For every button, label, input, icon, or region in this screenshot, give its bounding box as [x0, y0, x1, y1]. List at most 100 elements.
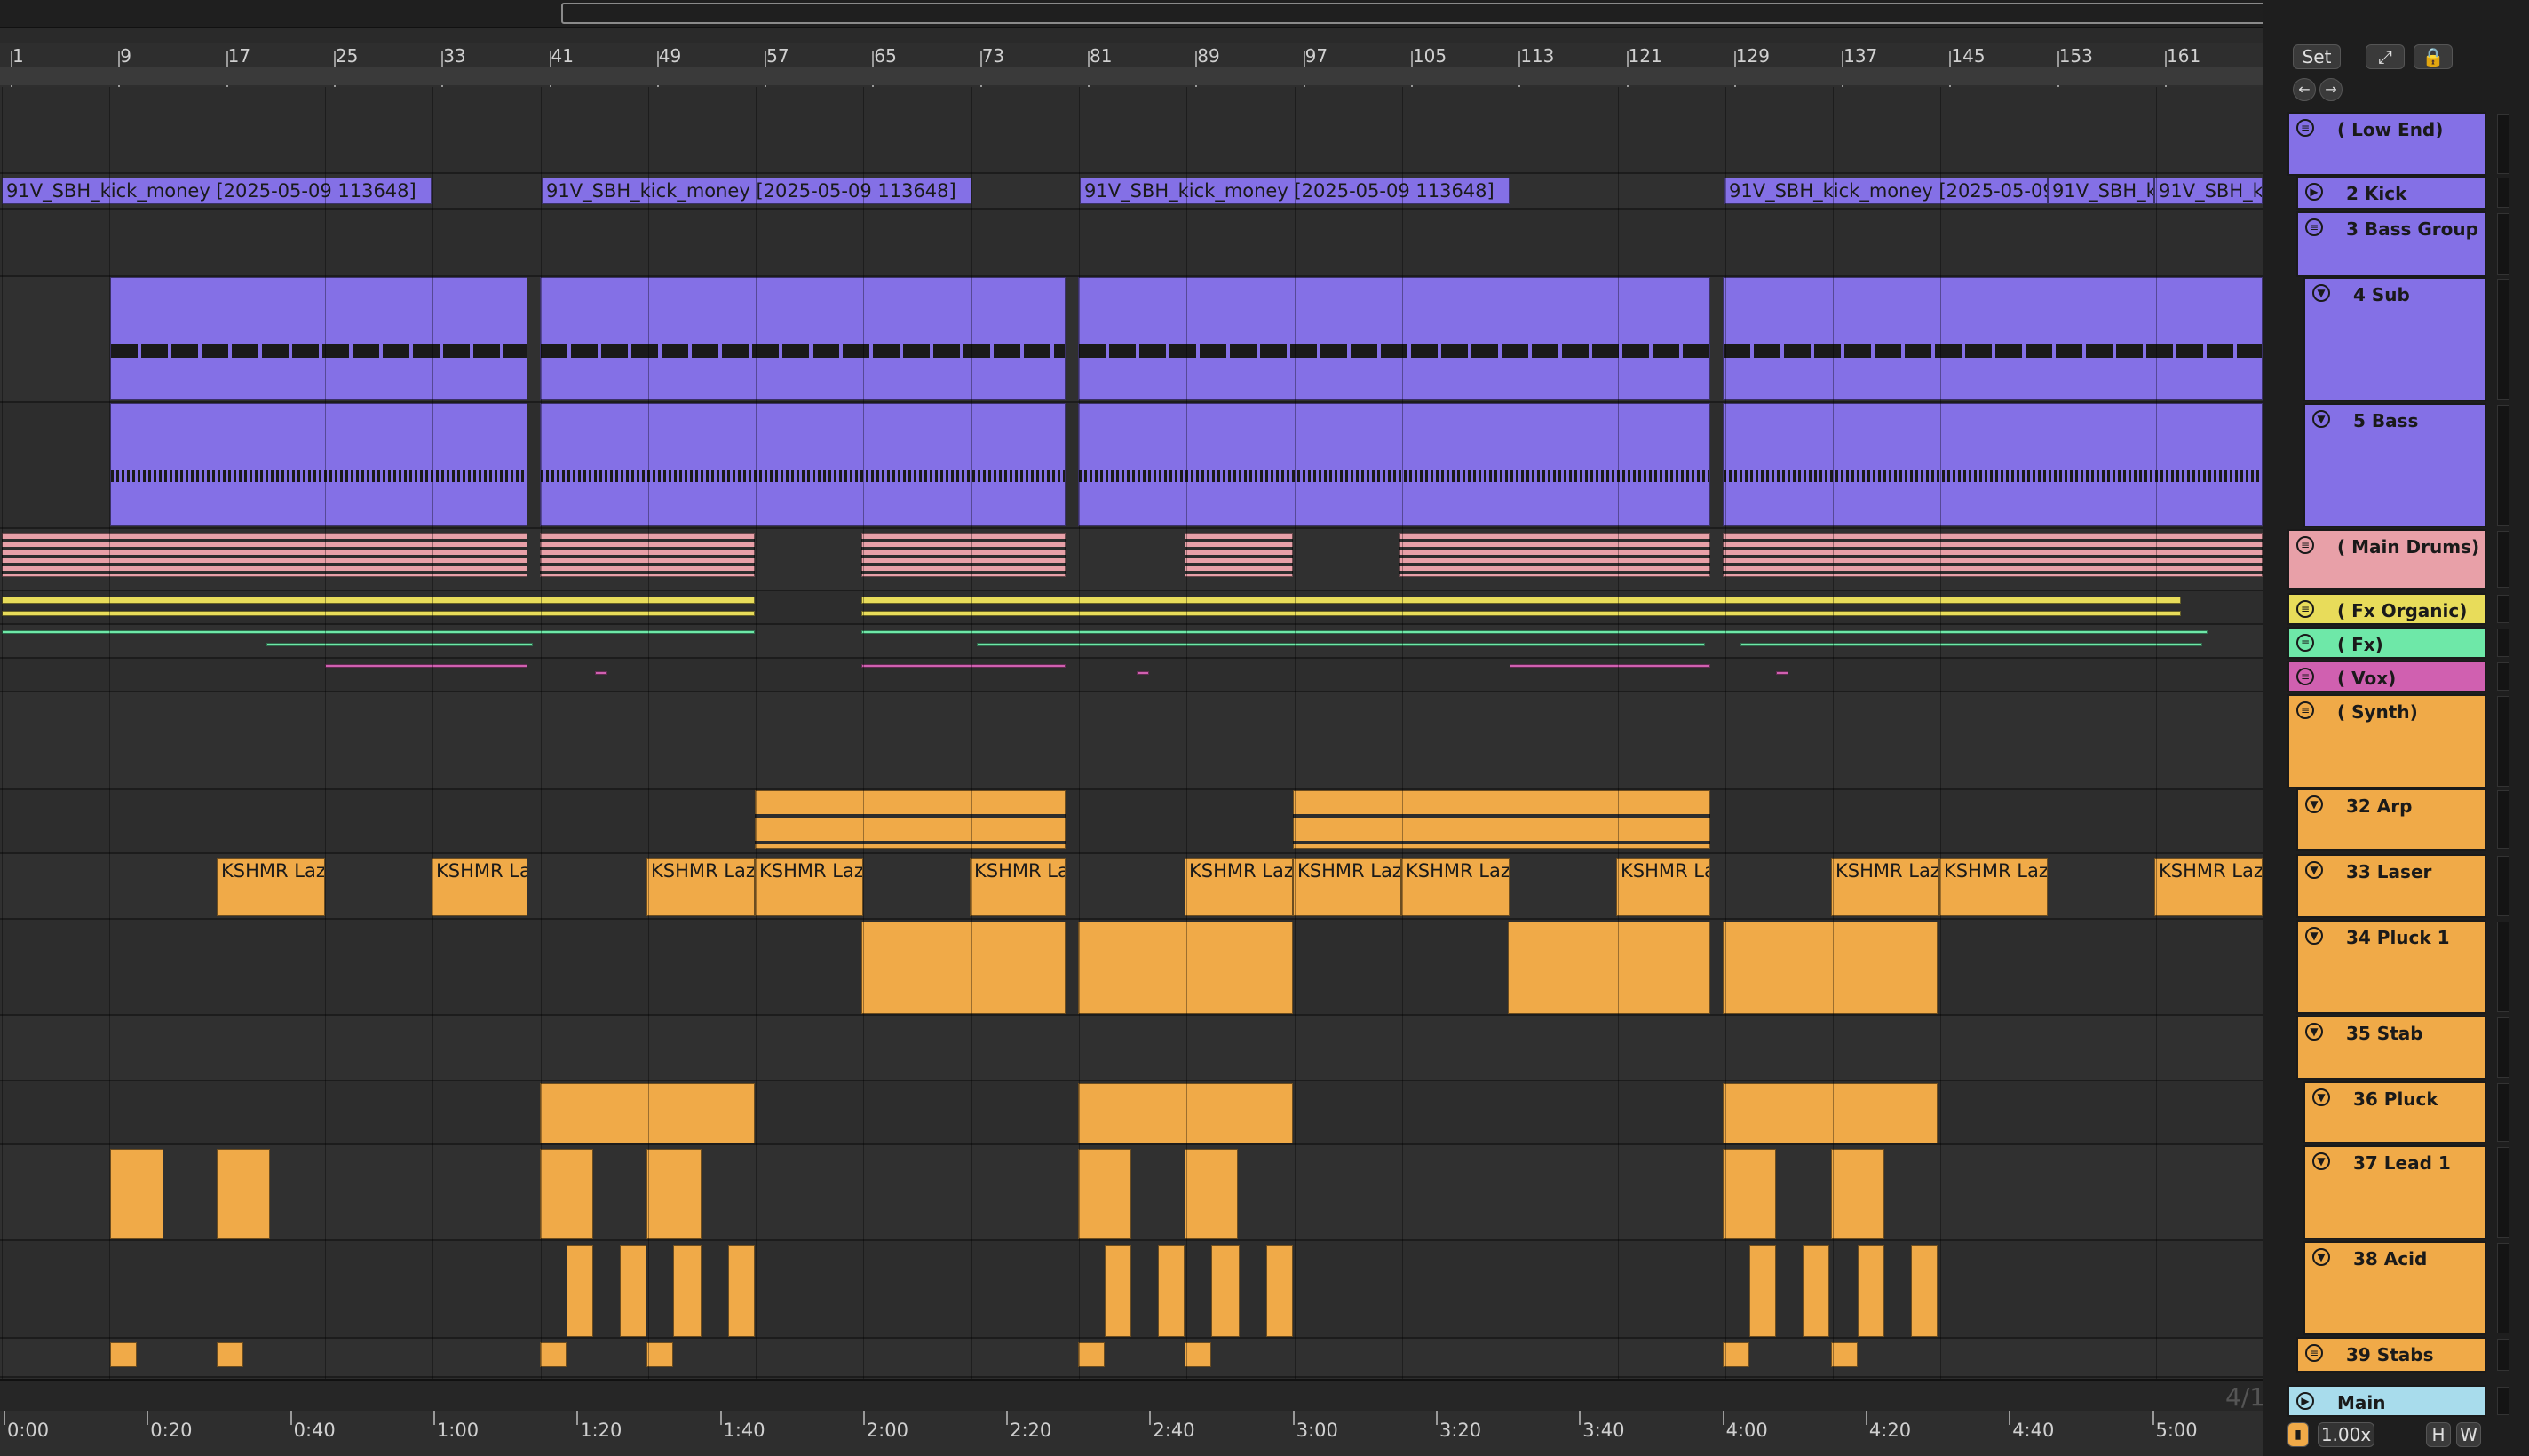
- set-button[interactable]: Set: [2293, 44, 2341, 69]
- clip-fx-organic[interactable]: [2, 611, 755, 616]
- clip-fx[interactable]: [266, 643, 533, 646]
- clip-arp[interactable]: [755, 790, 1066, 849]
- track-header[interactable]: ▼ 33 Laser: [2296, 854, 2486, 918]
- clip-stabs[interactable]: [217, 1342, 243, 1367]
- clip-vox[interactable]: [1776, 671, 1788, 675]
- track-header[interactable]: ▼ 34 Pluck 1: [2296, 920, 2486, 1014]
- collapse-arrow-icon[interactable]: ▼: [2305, 1023, 2323, 1041]
- clip-main-drums[interactable]: [1399, 533, 1710, 577]
- clip-acid[interactable]: [673, 1245, 702, 1337]
- collapse-arrow-icon[interactable]: ▼: [2305, 927, 2323, 945]
- clip-laser[interactable]: KSHMR La: [432, 858, 527, 916]
- clip-lead-1[interactable]: [110, 1149, 163, 1239]
- clip-acid[interactable]: [567, 1245, 593, 1337]
- group-fold-icon[interactable]: ≡: [2296, 119, 2314, 137]
- clip-fx[interactable]: [1740, 643, 2202, 646]
- clip-lead-1[interactable]: [217, 1149, 270, 1239]
- clip-acid[interactable]: [1158, 1245, 1185, 1337]
- track-header[interactable]: ▼ 36 Pluck: [2303, 1081, 2486, 1143]
- clip-bass[interactable]: [540, 403, 1066, 526]
- group-fold-icon[interactable]: ≡: [2296, 701, 2314, 719]
- clip-fx[interactable]: [977, 643, 1705, 646]
- clip-bass[interactable]: [1723, 403, 2263, 526]
- clip-laser[interactable]: KSHMR Laze: [1831, 858, 1939, 916]
- clip-bass[interactable]: [1078, 403, 1710, 526]
- collapse-arrow-icon[interactable]: ▼: [2312, 1088, 2330, 1106]
- clip-lead-1[interactable]: [540, 1149, 593, 1239]
- clip-lead-1[interactable]: [1723, 1149, 1776, 1239]
- clip-sub[interactable]: [1078, 277, 1710, 400]
- clip-stabs[interactable]: [646, 1342, 673, 1367]
- clip-vox[interactable]: [861, 664, 1066, 668]
- clip-acid[interactable]: [1266, 1245, 1293, 1337]
- clip-laser[interactable]: KSHMR Laze: [1401, 858, 1510, 916]
- clip-vox[interactable]: [325, 664, 527, 668]
- arrangement-view[interactable]: 91V_SBH_kick_money [2025-05-09 113648] 9…: [0, 87, 2263, 1379]
- clip-lead-1[interactable]: [1831, 1149, 1884, 1239]
- clip-kick[interactable]: 91V_SBH_kick_money [2025-05-09 1: [1724, 178, 2048, 204]
- track-header[interactable]: ≡ ( Synth): [2287, 694, 2486, 788]
- group-fold-icon[interactable]: ≡: [2305, 218, 2323, 236]
- lane-bass-group[interactable]: [0, 210, 2263, 277]
- track-header[interactable]: ≡ ( Main Drums): [2287, 529, 2486, 590]
- clip-pluck-1[interactable]: [1508, 922, 1710, 1014]
- clip-bass[interactable]: [110, 403, 527, 526]
- clip-arp[interactable]: [1293, 790, 1710, 849]
- clip-kick[interactable]: 91V_SBH_ki: [2048, 178, 2154, 204]
- group-fold-icon[interactable]: ≡: [2296, 668, 2314, 685]
- track-header[interactable]: ▶ Main: [2287, 1385, 2486, 1417]
- clip-stabs[interactable]: [1831, 1342, 1858, 1367]
- waveform-icon[interactable]: ▮: [2287, 1422, 2309, 1447]
- forward-arrow-icon[interactable]: →: [2319, 78, 2343, 101]
- clip-laser[interactable]: KSHMR Laze: [646, 858, 755, 916]
- clip-laser[interactable]: KSHMR Laze: [2154, 858, 2263, 916]
- collapse-arrow-icon[interactable]: ▼: [2312, 410, 2330, 428]
- w-button[interactable]: W: [2456, 1422, 2481, 1447]
- clip-sub[interactable]: [540, 277, 1066, 400]
- expand-icon[interactable]: ⤢: [2366, 44, 2405, 69]
- clip-stabs[interactable]: [1723, 1342, 1749, 1367]
- track-header[interactable]: ▼ 4 Sub: [2303, 277, 2486, 401]
- track-header[interactable]: ▼ 37 Lead 1: [2303, 1145, 2486, 1239]
- clip-pluck-1[interactable]: [861, 922, 1066, 1014]
- group-fold-icon[interactable]: ≡: [2296, 536, 2314, 554]
- lane-stabs[interactable]: [0, 1339, 2263, 1378]
- clip-fx-organic[interactable]: [861, 611, 2181, 616]
- lane-arp[interactable]: [0, 790, 2263, 854]
- clip-stabs[interactable]: [1078, 1342, 1105, 1367]
- lock-icon[interactable]: 🔒: [2414, 44, 2453, 69]
- back-arrow-icon[interactable]: ←: [2293, 78, 2316, 101]
- track-header[interactable]: ▼ 32 Arp: [2296, 788, 2486, 851]
- arrangement-overview[interactable]: [0, 0, 2433, 28]
- clip-lead-1[interactable]: [1078, 1149, 1131, 1239]
- clip-stabs[interactable]: [110, 1342, 137, 1367]
- overview-viewport-frame[interactable]: [561, 3, 2433, 24]
- clip-kick[interactable]: 91V_SBH_ki: [2154, 178, 2263, 204]
- track-header[interactable]: ▼ 5 Bass: [2303, 403, 2486, 527]
- clip-acid[interactable]: [1749, 1245, 1776, 1337]
- track-header[interactable]: ≡ ( Fx Organic): [2287, 593, 2486, 625]
- clip-laser[interactable]: KSHMR Laze: [1185, 858, 1293, 916]
- clip-fx[interactable]: [2, 630, 755, 634]
- group-fold-icon[interactable]: ≡: [2296, 634, 2314, 652]
- clip-laser[interactable]: KSHMR Laze: [1939, 858, 2048, 916]
- clip-laser[interactable]: KSHMR Laze: [755, 858, 863, 916]
- clip-pluck[interactable]: [1078, 1083, 1293, 1143]
- clip-vox[interactable]: [595, 671, 607, 675]
- clip-lead-1[interactable]: [646, 1149, 702, 1239]
- collapse-arrow-icon[interactable]: ▼: [2305, 795, 2323, 813]
- h-button[interactable]: H: [2426, 1422, 2451, 1447]
- expand-arrow-icon[interactable]: ▶: [2305, 183, 2323, 201]
- loop-brace-strip[interactable]: [0, 67, 2263, 85]
- clip-stabs[interactable]: [540, 1342, 567, 1367]
- clip-fx[interactable]: [861, 630, 2208, 634]
- track-header[interactable]: ≡ ( Vox): [2287, 661, 2486, 692]
- clip-acid[interactable]: [1803, 1245, 1829, 1337]
- lane-synth[interactable]: [0, 692, 2263, 790]
- clip-laser[interactable]: KSHMR Laze: [1293, 858, 1401, 916]
- collapse-arrow-icon[interactable]: ▼: [2312, 1152, 2330, 1170]
- clip-main-drums[interactable]: [2, 533, 527, 577]
- track-header[interactable]: ▶ 2 Kick: [2296, 176, 2486, 210]
- clip-laser[interactable]: KSHMR Laze: [217, 858, 325, 916]
- clip-vox[interactable]: [1510, 664, 1710, 668]
